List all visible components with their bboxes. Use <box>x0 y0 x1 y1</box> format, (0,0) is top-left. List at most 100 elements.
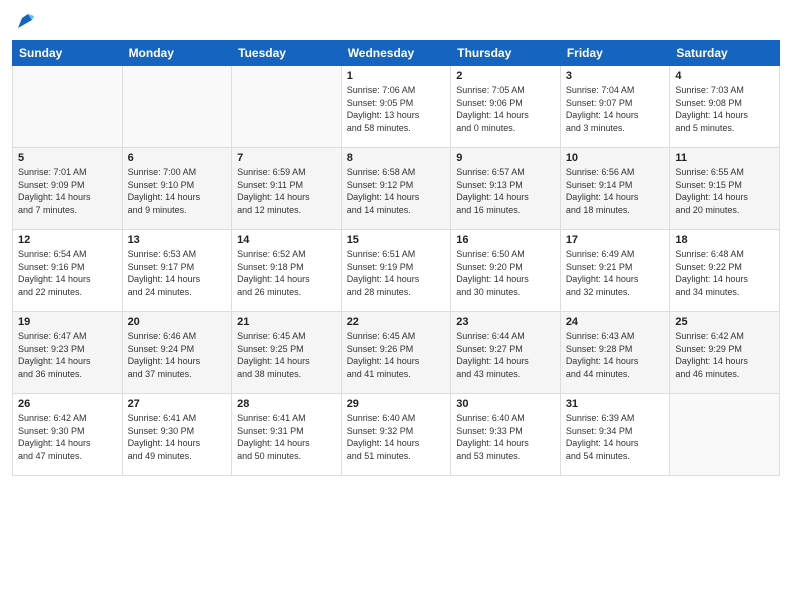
day-number: 5 <box>18 152 117 164</box>
calendar-cell <box>232 66 342 148</box>
day-info: Sunrise: 6:44 AM Sunset: 9:27 PM Dayligh… <box>456 330 555 380</box>
col-header-thursday: Thursday <box>451 41 561 66</box>
calendar-cell: 24 Sunrise: 6:43 AM Sunset: 9:28 PM Dayli… <box>560 312 670 394</box>
day-number: 10 <box>566 152 665 164</box>
calendar-cell: 8 Sunrise: 6:58 AM Sunset: 9:12 PM Daylig… <box>341 148 451 230</box>
header <box>12 10 780 32</box>
week-row-4: 19 Sunrise: 6:47 AM Sunset: 9:23 PM Dayli… <box>13 312 780 394</box>
col-header-friday: Friday <box>560 41 670 66</box>
day-info: Sunrise: 7:03 AM Sunset: 9:08 PM Dayligh… <box>675 84 774 134</box>
day-info: Sunrise: 6:51 AM Sunset: 9:19 PM Dayligh… <box>347 248 446 298</box>
calendar-cell: 7Sunrise: 6:59 AM Sunset: 9:11 PM Daylig… <box>232 148 342 230</box>
calendar-cell: 5Sunrise: 7:01 AM Sunset: 9:09 PM Daylig… <box>13 148 123 230</box>
day-number: 1 <box>347 70 446 82</box>
calendar-cell: 27 Sunrise: 6:41 AM Sunset: 9:30 PM Dayli… <box>122 394 232 476</box>
day-info: Sunrise: 6:59 AM Sunset: 9:11 PM Dayligh… <box>237 166 336 216</box>
calendar-cell: 2 Sunrise: 7:05 AM Sunset: 9:06 PM Daylig… <box>451 66 561 148</box>
day-info: Sunrise: 6:45 AM Sunset: 9:25 PM Dayligh… <box>237 330 336 380</box>
day-number: 3 <box>566 70 665 82</box>
day-info: Sunrise: 6:49 AM Sunset: 9:21 PM Dayligh… <box>566 248 665 298</box>
day-number: 15 <box>347 234 446 246</box>
day-number: 19 <box>18 316 117 328</box>
day-info: Sunrise: 7:00 AM Sunset: 9:10 PM Dayligh… <box>128 166 227 216</box>
day-number: 8 <box>347 152 446 164</box>
day-number: 16 <box>456 234 555 246</box>
day-number: 27 <box>128 398 227 410</box>
calendar-cell: 15 Sunrise: 6:51 AM Sunset: 9:19 PM Dayli… <box>341 230 451 312</box>
day-number: 30 <box>456 398 555 410</box>
day-number: 4 <box>675 70 774 82</box>
day-info: Sunrise: 6:39 AM Sunset: 9:34 PM Dayligh… <box>566 412 665 462</box>
day-info: Sunrise: 6:50 AM Sunset: 9:20 PM Dayligh… <box>456 248 555 298</box>
day-info: Sunrise: 6:57 AM Sunset: 9:13 PM Dayligh… <box>456 166 555 216</box>
day-info: Sunrise: 6:41 AM Sunset: 9:31 PM Dayligh… <box>237 412 336 462</box>
calendar-cell <box>122 66 232 148</box>
day-info: Sunrise: 6:43 AM Sunset: 9:28 PM Dayligh… <box>566 330 665 380</box>
page: SundayMondayTuesdayWednesdayThursdayFrid… <box>0 0 792 612</box>
calendar-cell: 9 Sunrise: 6:57 AM Sunset: 9:13 PM Daylig… <box>451 148 561 230</box>
day-number: 21 <box>237 316 336 328</box>
calendar-cell: 19 Sunrise: 6:47 AM Sunset: 9:23 PM Dayli… <box>13 312 123 394</box>
calendar-cell: 21 Sunrise: 6:45 AM Sunset: 9:25 PM Dayli… <box>232 312 342 394</box>
logo-icon <box>14 10 36 32</box>
calendar-cell <box>670 394 780 476</box>
calendar-cell: 17 Sunrise: 6:49 AM Sunset: 9:21 PM Dayli… <box>560 230 670 312</box>
calendar-cell: 3Sunrise: 7:04 AM Sunset: 9:07 PM Daylig… <box>560 66 670 148</box>
day-info: Sunrise: 6:54 AM Sunset: 9:16 PM Dayligh… <box>18 248 117 298</box>
day-info: Sunrise: 6:40 AM Sunset: 9:32 PM Dayligh… <box>347 412 446 462</box>
calendar-cell: 26 Sunrise: 6:42 AM Sunset: 9:30 PM Dayli… <box>13 394 123 476</box>
week-row-5: 26 Sunrise: 6:42 AM Sunset: 9:30 PM Dayli… <box>13 394 780 476</box>
day-number: 14 <box>237 234 336 246</box>
day-number: 17 <box>566 234 665 246</box>
day-info: Sunrise: 6:42 AM Sunset: 9:30 PM Dayligh… <box>18 412 117 462</box>
day-info: Sunrise: 6:55 AM Sunset: 9:15 PM Dayligh… <box>675 166 774 216</box>
day-number: 2 <box>456 70 555 82</box>
day-info: Sunrise: 6:41 AM Sunset: 9:30 PM Dayligh… <box>128 412 227 462</box>
calendar-table: SundayMondayTuesdayWednesdayThursdayFrid… <box>12 40 780 476</box>
day-number: 13 <box>128 234 227 246</box>
col-header-tuesday: Tuesday <box>232 41 342 66</box>
day-info: Sunrise: 6:47 AM Sunset: 9:23 PM Dayligh… <box>18 330 117 380</box>
day-info: Sunrise: 6:40 AM Sunset: 9:33 PM Dayligh… <box>456 412 555 462</box>
calendar-cell: 14 Sunrise: 6:52 AM Sunset: 9:18 PM Dayli… <box>232 230 342 312</box>
day-number: 25 <box>675 316 774 328</box>
calendar-cell: 30 Sunrise: 6:40 AM Sunset: 9:33 PM Dayli… <box>451 394 561 476</box>
calendar-cell: 12 Sunrise: 6:54 AM Sunset: 9:16 PM Dayli… <box>13 230 123 312</box>
calendar-cell: 13 Sunrise: 6:53 AM Sunset: 9:17 PM Dayli… <box>122 230 232 312</box>
day-number: 28 <box>237 398 336 410</box>
calendar-cell: 22Sunrise: 6:45 AM Sunset: 9:26 PM Dayli… <box>341 312 451 394</box>
calendar-cell: 6 Sunrise: 7:00 AM Sunset: 9:10 PM Daylig… <box>122 148 232 230</box>
day-number: 18 <box>675 234 774 246</box>
day-number: 9 <box>456 152 555 164</box>
day-info: Sunrise: 6:46 AM Sunset: 9:24 PM Dayligh… <box>128 330 227 380</box>
calendar-cell: 23 Sunrise: 6:44 AM Sunset: 9:27 PM Dayli… <box>451 312 561 394</box>
calendar-cell: 25Sunrise: 6:42 AM Sunset: 9:29 PM Dayli… <box>670 312 780 394</box>
day-info: Sunrise: 7:05 AM Sunset: 9:06 PM Dayligh… <box>456 84 555 134</box>
logo <box>12 10 36 32</box>
day-number: 29 <box>347 398 446 410</box>
calendar-cell: 29 Sunrise: 6:40 AM Sunset: 9:32 PM Dayli… <box>341 394 451 476</box>
week-row-3: 12 Sunrise: 6:54 AM Sunset: 9:16 PM Dayli… <box>13 230 780 312</box>
header-row: SundayMondayTuesdayWednesdayThursdayFrid… <box>13 41 780 66</box>
day-number: 23 <box>456 316 555 328</box>
day-info: Sunrise: 7:06 AM Sunset: 9:05 PM Dayligh… <box>347 84 446 134</box>
day-number: 20 <box>128 316 227 328</box>
day-info: Sunrise: 6:45 AM Sunset: 9:26 PM Dayligh… <box>347 330 446 380</box>
day-number: 6 <box>128 152 227 164</box>
calendar-cell: 1 Sunrise: 7:06 AM Sunset: 9:05 PM Daylig… <box>341 66 451 148</box>
day-number: 12 <box>18 234 117 246</box>
calendar-cell: 18Sunrise: 6:48 AM Sunset: 9:22 PM Dayli… <box>670 230 780 312</box>
calendar-cell: 31Sunrise: 6:39 AM Sunset: 9:34 PM Dayli… <box>560 394 670 476</box>
week-row-1: 1 Sunrise: 7:06 AM Sunset: 9:05 PM Daylig… <box>13 66 780 148</box>
day-number: 24 <box>566 316 665 328</box>
day-info: Sunrise: 6:56 AM Sunset: 9:14 PM Dayligh… <box>566 166 665 216</box>
day-info: Sunrise: 6:52 AM Sunset: 9:18 PM Dayligh… <box>237 248 336 298</box>
day-info: Sunrise: 6:53 AM Sunset: 9:17 PM Dayligh… <box>128 248 227 298</box>
calendar-cell: 20 Sunrise: 6:46 AM Sunset: 9:24 PM Dayli… <box>122 312 232 394</box>
day-number: 11 <box>675 152 774 164</box>
day-number: 26 <box>18 398 117 410</box>
day-info: Sunrise: 6:58 AM Sunset: 9:12 PM Dayligh… <box>347 166 446 216</box>
col-header-monday: Monday <box>122 41 232 66</box>
calendar-cell <box>13 66 123 148</box>
calendar-cell: 11 Sunrise: 6:55 AM Sunset: 9:15 PM Dayli… <box>670 148 780 230</box>
